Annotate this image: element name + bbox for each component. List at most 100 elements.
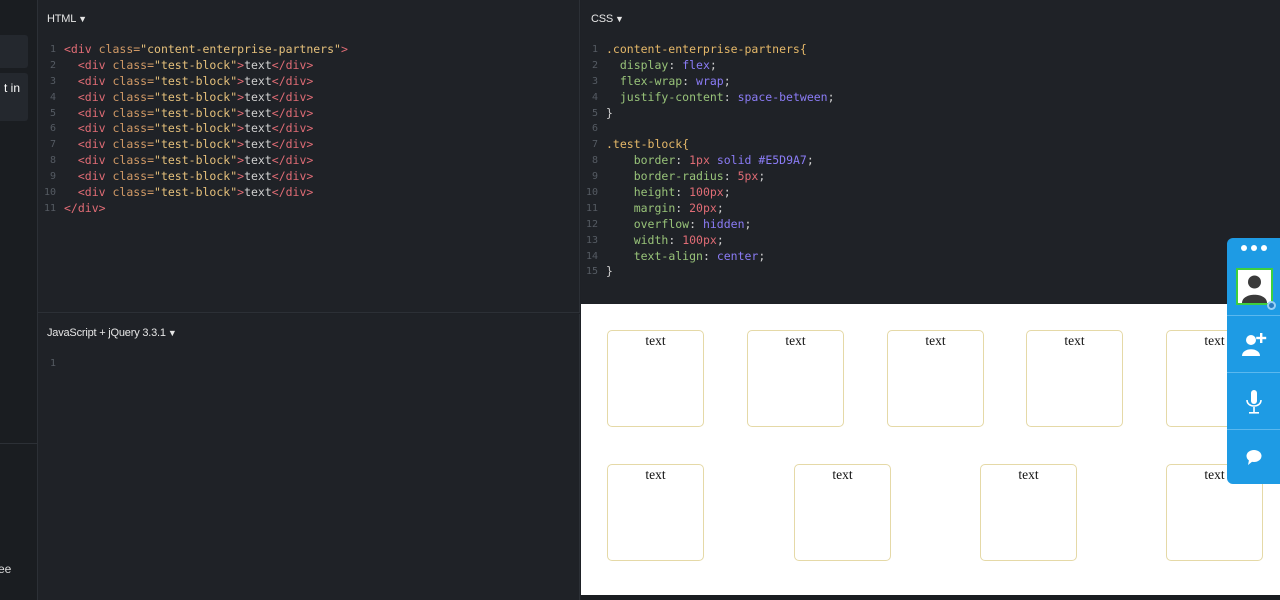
- test-block: text: [1026, 330, 1123, 427]
- code-line[interactable]: 11 margin: 20px;: [581, 201, 835, 217]
- code-token: <div: [77, 105, 113, 120]
- html-code-editor[interactable]: 1 <div class="content-enterprise-partners…: [38, 42, 348, 217]
- line-number: 2: [591, 59, 598, 71]
- code-line[interactable]: 4 <div class="test-block">text</div>: [38, 90, 348, 106]
- code-line[interactable]: 5 <div class="test-block">text</div>: [38, 106, 348, 122]
- left-sidebar: t in ee: [0, 0, 38, 600]
- code-token: >: [340, 42, 348, 56]
- code-line[interactable]: 5}: [581, 106, 835, 122]
- test-block: text: [887, 330, 984, 427]
- code-line-content: .test-block{: [606, 137, 689, 153]
- code-line[interactable]: 9 border-radius: 5px;: [581, 169, 835, 185]
- code-token: :: [668, 57, 683, 72]
- caret-down-icon[interactable]: ▼: [168, 328, 177, 338]
- code-token: center: [716, 248, 759, 263]
- code-line[interactable]: 7 .test-block{: [581, 137, 835, 153]
- js-panel-header[interactable]: JavaScript + jQuery 3.3.1 ▼: [47, 327, 177, 339]
- js-code-editor[interactable]: 1: [38, 356, 64, 372]
- code-token: :: [668, 232, 683, 247]
- code-line-content: <div class="test-block">text</div>: [64, 185, 313, 201]
- caret-down-icon[interactable]: ▼: [615, 14, 624, 24]
- code-line[interactable]: 3 flex-wrap: wrap;: [581, 74, 835, 90]
- code-line[interactable]: 1 .content-enterprise-partners{: [581, 42, 835, 58]
- code-token: class=: [112, 57, 155, 72]
- chat-bubble-icon[interactable]: [1227, 448, 1280, 466]
- code-token: :: [723, 89, 738, 104]
- code-line[interactable]: 4 justify-content: space-between;: [581, 90, 835, 106]
- code-token: </div>: [64, 200, 106, 215]
- code-token: </div>: [271, 57, 314, 72]
- line-number: 4: [49, 91, 56, 103]
- code-line[interactable]: 10 height: 100px;: [581, 185, 835, 201]
- line-number: 6: [49, 123, 56, 135]
- code-line[interactable]: 1 <div class="content-enterprise-partners…: [38, 42, 348, 58]
- code-line[interactable]: 11 </div>: [38, 201, 348, 217]
- code-token: <div: [77, 153, 113, 168]
- code-token: .test-block{: [606, 137, 690, 152]
- code-token: :: [689, 216, 703, 231]
- code-line[interactable]: 8 border: 1px solid #E5D9A7;: [581, 153, 835, 169]
- code-token: ;: [723, 185, 731, 200]
- html-editor-panel[interactable]: HTML ▼ 1 <div class="content-enterprise-pa…: [38, 0, 580, 313]
- code-line[interactable]: 1: [38, 356, 64, 372]
- code-token: "test-block": [154, 121, 238, 136]
- code-token: <div: [77, 73, 113, 88]
- code-token: :: [702, 248, 717, 263]
- code-line[interactable]: 2 display: flex;: [581, 58, 835, 74]
- code-line-content: <div class="content-enterprise-partners"…: [64, 42, 348, 58]
- code-token: <div: [77, 121, 113, 136]
- code-line[interactable]: 14 text-align: center;: [581, 249, 835, 265]
- code-line[interactable]: 7 <div class="test-block">text</div>: [38, 137, 348, 153]
- code-line[interactable]: 2 <div class="test-block">text</div>: [38, 58, 348, 74]
- code-token: display: [619, 57, 669, 72]
- line-number: 10: [585, 187, 598, 199]
- chat-widget[interactable]: [1227, 238, 1280, 484]
- code-token: class=: [112, 89, 155, 104]
- line-number: 12: [585, 218, 598, 230]
- code-line[interactable]: 6: [581, 121, 835, 137]
- code-line[interactable]: 6 <div class="test-block">text</div>: [38, 121, 348, 137]
- css-editor-panel[interactable]: CSS ▼ 1 .content-enterprise-partners{2 dis…: [581, 0, 1280, 303]
- css-code-editor[interactable]: 1 .content-enterprise-partners{2 display:…: [581, 42, 835, 280]
- code-token: text: [244, 73, 272, 88]
- avatar[interactable]: [1236, 268, 1273, 305]
- settings-gear-icon[interactable]: [1267, 301, 1276, 310]
- code-token: text: [244, 169, 272, 184]
- code-token: border-radius: [633, 169, 724, 184]
- code-line[interactable]: 13 width: 100px;: [581, 233, 835, 249]
- code-line-content: text-align: center;: [606, 248, 766, 265]
- js-editor-panel[interactable]: JavaScript + jQuery 3.3.1 ▼ 1: [38, 314, 580, 600]
- html-panel-header[interactable]: HTML ▼: [47, 13, 87, 25]
- code-line[interactable]: 8 <div class="test-block">text</div>: [38, 153, 348, 169]
- code-line-content: overflow: hidden;: [606, 216, 752, 233]
- code-token: </div>: [271, 73, 314, 88]
- code-line[interactable]: 3 <div class="test-block">text</div>: [38, 74, 348, 90]
- code-line[interactable]: 10 <div class="test-block">text</div>: [38, 185, 348, 201]
- caret-down-icon[interactable]: ▼: [78, 14, 87, 24]
- more-dots-icon[interactable]: [1227, 238, 1280, 258]
- code-token: "test-block": [154, 169, 238, 184]
- html-panel-title: HTML: [47, 13, 77, 25]
- sidebar-item[interactable]: [0, 35, 28, 68]
- code-token: class=: [98, 42, 141, 56]
- code-token: height: [633, 185, 676, 200]
- css-panel-header[interactable]: CSS ▼: [591, 13, 624, 25]
- code-token: <div: [77, 57, 113, 72]
- code-token: </div>: [271, 105, 314, 120]
- code-token: }: [606, 264, 613, 279]
- code-line[interactable]: 9 <div class="test-block">text</div>: [38, 169, 348, 185]
- add-contact-icon[interactable]: [1227, 331, 1280, 357]
- code-token: <div: [77, 169, 113, 184]
- code-token: ;: [806, 153, 814, 168]
- microphone-icon[interactable]: [1227, 389, 1280, 415]
- code-token: 100px: [682, 232, 717, 247]
- code-token: ;: [744, 216, 752, 231]
- code-line[interactable]: 12 overflow: hidden;: [581, 217, 835, 233]
- code-token: ;: [758, 248, 766, 263]
- result-preview[interactable]: text text text text text text text text …: [581, 304, 1280, 595]
- code-line[interactable]: 15}: [581, 264, 835, 280]
